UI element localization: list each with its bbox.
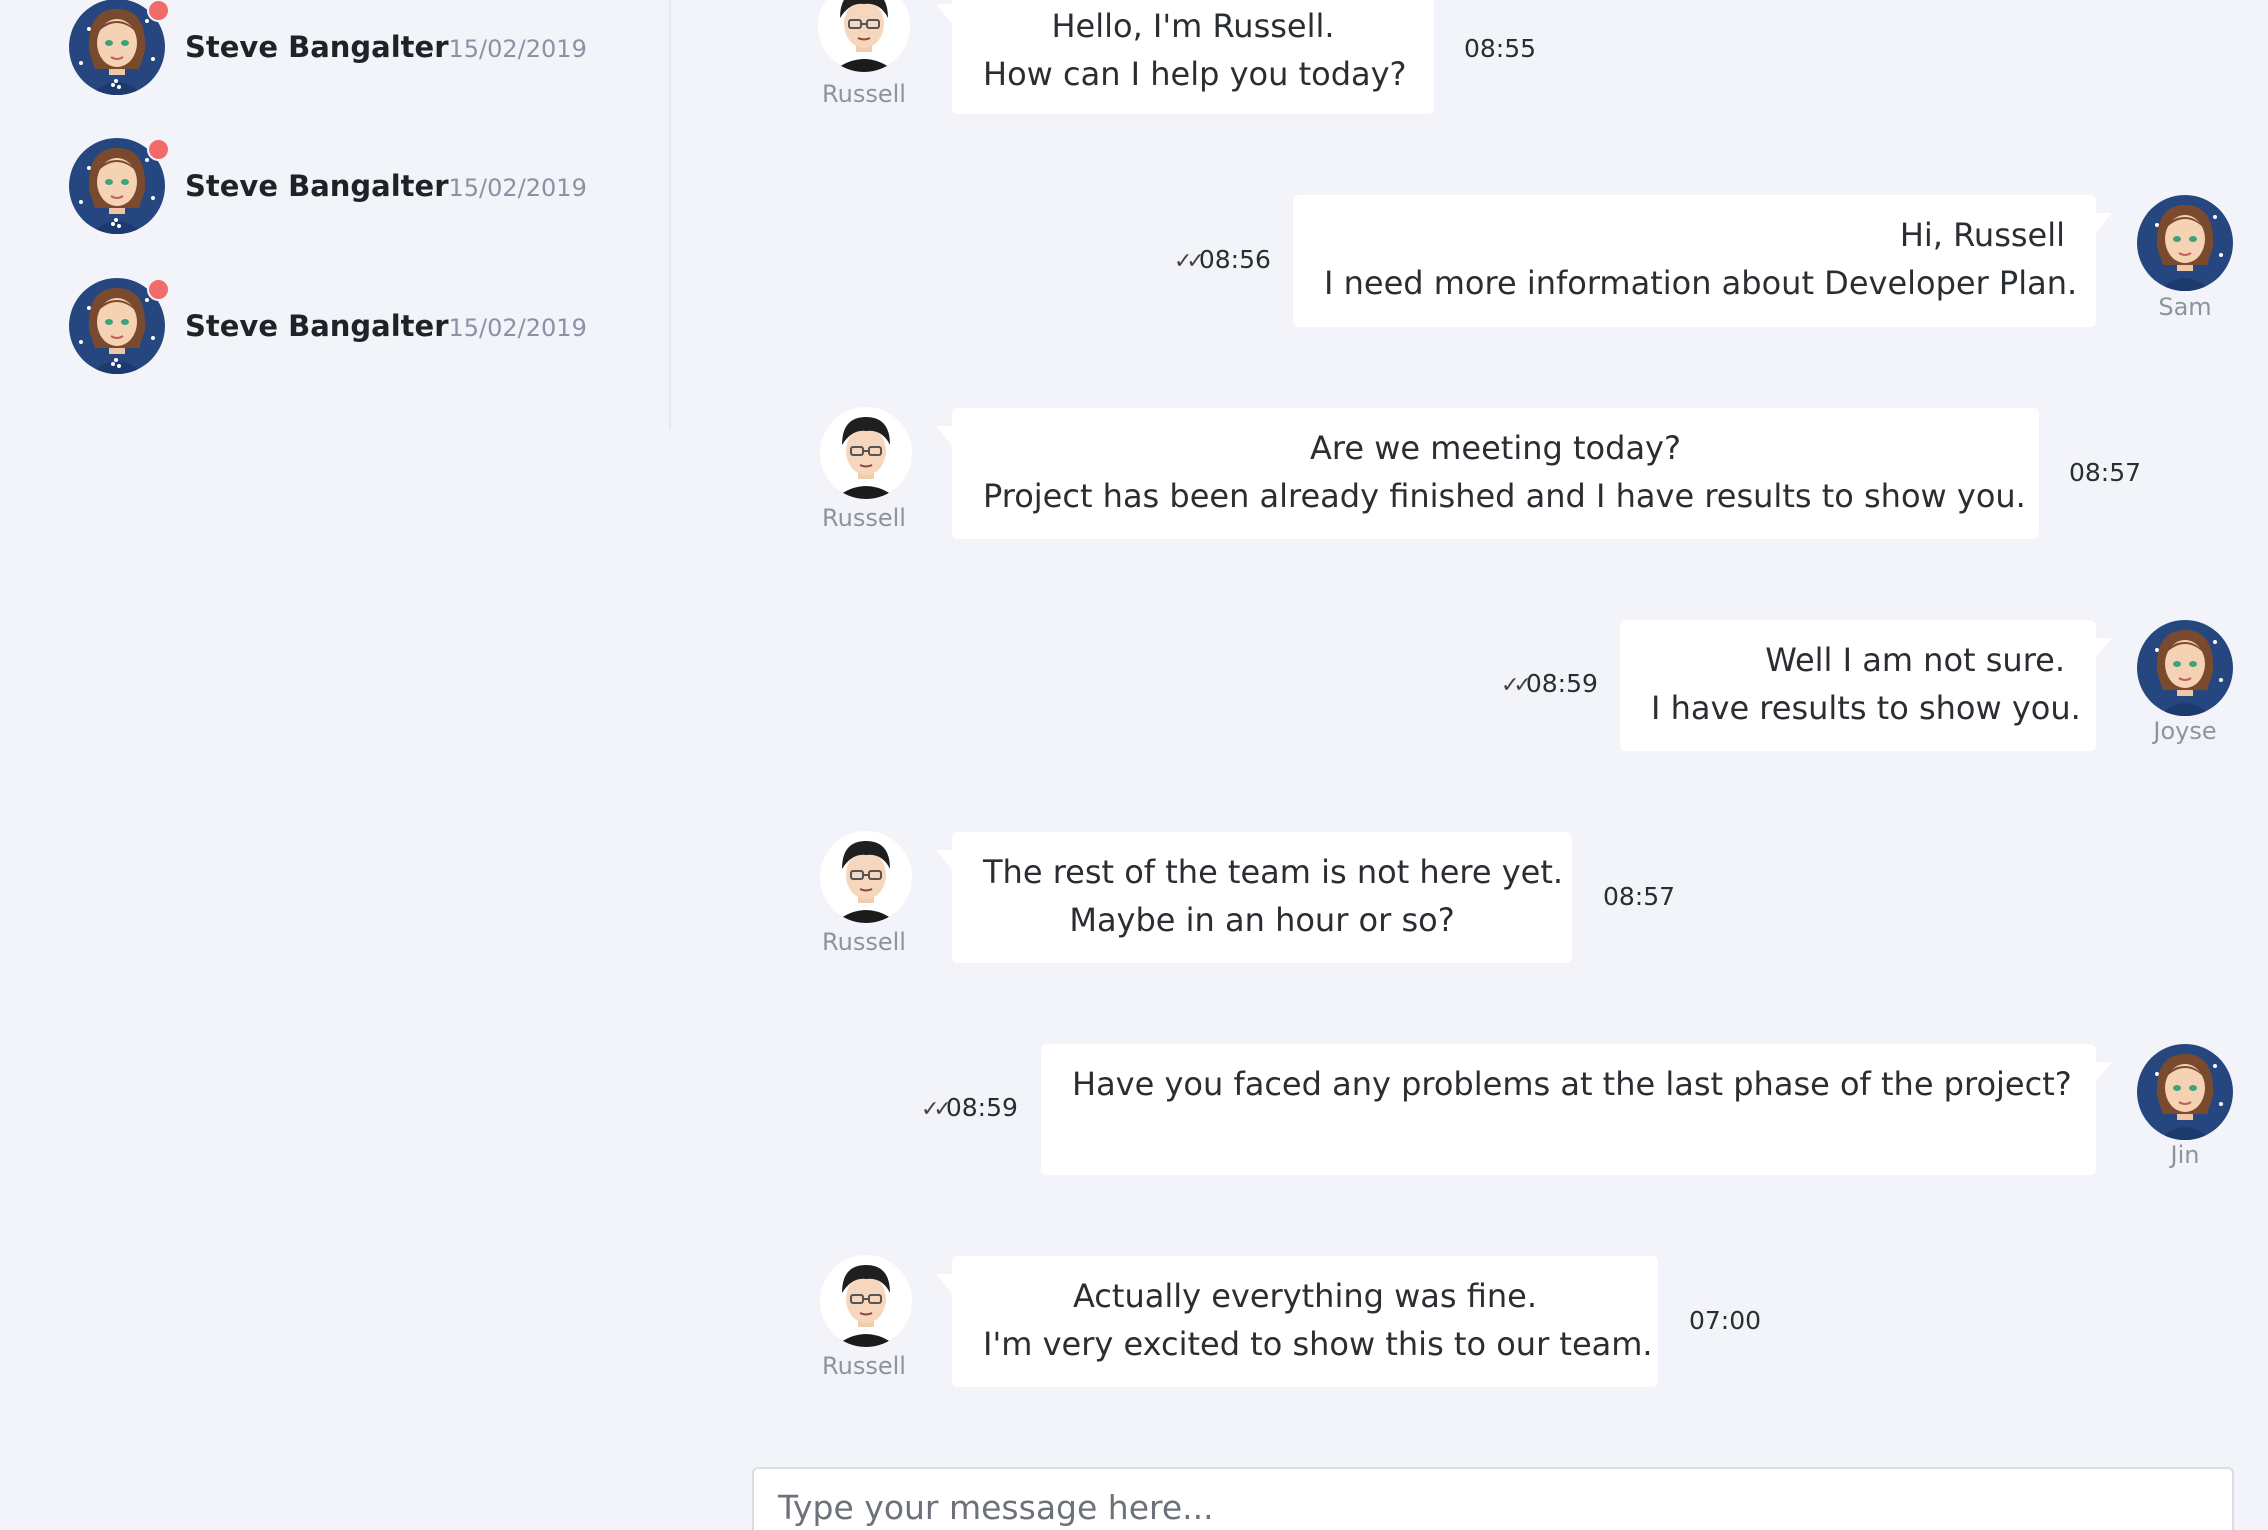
female-avatar-icon [2137,195,2233,291]
contact-list: Steve Bangalter 15/02/2019 Steve Bangalt… [0,0,670,430]
contact-item[interactable]: Steve Bangalter 15/02/2019 [69,138,649,234]
message-text: Project has been already finished and I … [983,477,2026,515]
message-time: 08:57 [2069,458,2142,487]
contact-item[interactable]: Steve Bangalter 15/02/2019 [69,278,649,374]
contact-date: 15/02/2019 [448,174,587,202]
unread-indicator [147,138,170,161]
message-bubble: Well I am not sure. I have results to sh… [1620,620,2112,751]
message-text: Have you faced any problems at the last … [1072,1065,2072,1103]
message-time: 08:55 [1464,34,1537,63]
message-text: I need more information about Developer … [1324,264,2078,302]
avatar [69,278,170,374]
contact-name: Steve Bangalter [185,30,449,64]
message-text: Well I am not sure. [1765,641,2065,679]
male-avatar-icon [820,407,912,499]
message-text: Hello, I'm Russell. [1051,7,1335,45]
message-text: I have results to show you. [1651,689,2081,727]
message-sender: Jin [2170,1141,2200,1169]
double-check-icon: ✓✓ [1174,249,1205,274]
contact-name: Steve Bangalter [185,309,449,343]
message-sender: Joyse [2153,717,2217,745]
message-bubble: The rest of the team is not here yet. Ma… [936,832,1572,963]
message-time: 08:57 [1603,882,1676,911]
message-text: Maybe in an hour or so? [1069,901,1455,939]
message-time: ✓✓08:59 [921,1093,1018,1122]
message-time-value: 08:56 [1198,245,1271,274]
message-time: ✓✓08:59 [1501,669,1598,698]
sidebar-divider [669,0,671,430]
message-text: Actually everything was fine. [1072,1277,1538,1315]
double-check-icon: ✓✓ [1501,673,1532,698]
male-avatar-icon [820,831,912,923]
message-composer [752,1467,2234,1530]
chat-app: Steve Bangalter 15/02/2019 Steve Bangalt… [0,0,2268,1530]
message-text: How can I help you today? [983,55,1407,93]
avatar [69,138,170,234]
male-avatar-icon [820,1255,912,1347]
avatar [69,0,170,95]
female-avatar-icon [2137,620,2233,716]
contact-date: 15/02/2019 [448,314,587,342]
contact-date: 15/02/2019 [448,35,587,63]
message-text: Are we meeting today? [1310,429,1681,467]
message-bubble: Are we meeting today? Project has been a… [936,408,2039,539]
message-input[interactable] [754,1469,2232,1530]
unread-indicator [147,0,170,22]
message-sender: Russell [822,504,906,532]
message-text: The rest of the team is not here yet. [983,853,1564,891]
message-text: Hi, Russell [1899,216,2065,254]
contact-item[interactable]: Steve Bangalter 15/02/2019 [69,0,649,95]
male-avatar-icon [818,0,910,72]
message-sender: Russell [822,928,906,956]
double-check-icon: ✓✓ [921,1097,952,1122]
message-sender: Russell [822,1352,906,1380]
message-bubble: Hi, Russell I need more information abou… [1293,195,2112,327]
message-time-value: 08:59 [945,1093,1018,1122]
message-sender: Russell [822,80,906,108]
message-sender: Sam [2158,293,2212,321]
message-time: 07:00 [1689,1306,1762,1335]
contact-name: Steve Bangalter [185,169,449,203]
message-text: I'm very excited to show this to our tea… [983,1325,1653,1363]
message-bubble: Hello, I'm Russell. How can I help you t… [936,0,1434,114]
message-time: ✓✓08:56 [1174,245,1271,274]
message-bubble: Actually everything was fine. I'm very e… [936,1256,1658,1387]
unread-indicator [147,278,170,301]
message-bubble: Have you faced any problems at the last … [1041,1044,2112,1175]
female-avatar-icon [2137,1044,2233,1140]
message-time-value: 08:59 [1525,669,1598,698]
